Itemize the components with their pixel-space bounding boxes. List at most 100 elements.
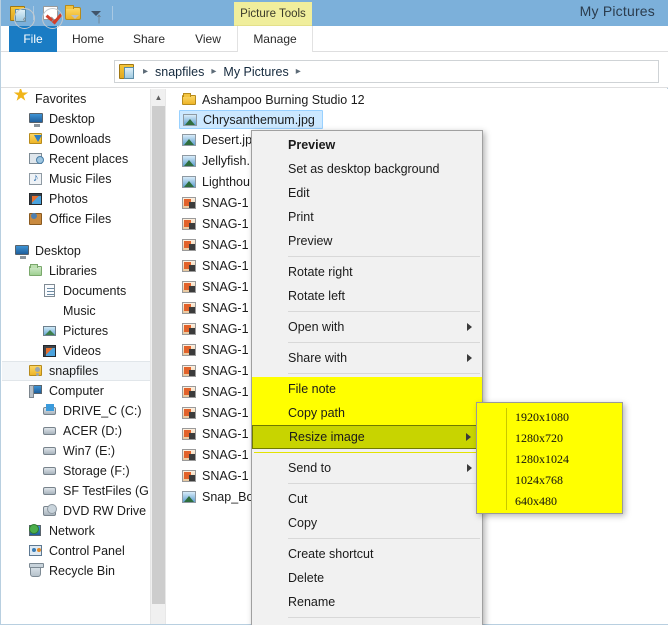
context-menu-item-copy[interactable]: Copy [252,511,482,535]
sidebar-item-favorites[interactable]: Favorites [2,89,150,109]
context-menu-item-rotate-left[interactable]: Rotate left [252,284,482,308]
drive-icon [42,443,58,459]
documents-icon [42,283,58,299]
navigation-scrollbar[interactable]: ▲ [150,89,166,624]
context-menu-item-label: Resize image [289,430,365,444]
context-menu-item-set-as-desktop-background[interactable]: Set as desktop background [252,157,482,181]
context-menu-separator [288,538,480,539]
file-name-label: SNAG-1 [202,384,249,399]
sidebar-item-downloads[interactable]: Downloads [2,129,150,149]
resize-option-1920x1080[interactable]: 1920x1080 [477,407,622,428]
breadcrumb-folder-icon [119,64,134,79]
file-name-label: SNAG-1 [202,237,249,252]
sidebar-item-network[interactable]: Network [2,521,150,541]
context-menu-item-delete[interactable]: Delete [252,566,482,590]
context-menu-item-label: Rotate left [288,289,345,303]
snag-file-icon [181,342,197,358]
tab-home[interactable]: Home [57,26,119,52]
context-menu-separator [288,373,480,374]
sidebar-item-win7-e[interactable]: Win7 (E:) [2,441,150,461]
sidebar-item-control-panel[interactable]: Control Panel [2,541,150,561]
sidebar-item-music-files[interactable]: Music Files [2,169,150,189]
context-menu-item-label: Set as desktop background [288,162,440,176]
breadcrumb-separator-icon[interactable]: ▸ [289,66,308,77]
file-list-item-selected[interactable]: Chrysanthemum.jpg [179,110,323,129]
context-menu-item-preview[interactable]: Preview [252,229,482,253]
sidebar-item-computer[interactable]: Computer [2,381,150,401]
resize-option-640x480[interactable]: 640x480 [477,491,622,512]
file-name-label: SNAG-1 [202,405,249,420]
context-menu-item-edit[interactable]: Edit [252,181,482,205]
sidebar-item-sf-testfiles-g[interactable]: SF TestFiles (G:) [2,481,150,501]
desktop-icon [14,243,30,259]
sidebar-item-documents[interactable]: Documents [2,281,150,301]
context-menu-item-rename[interactable]: Rename [252,590,482,614]
sidebar-item-dvd-rw-drive[interactable]: DVD RW Drive (. [2,501,150,521]
resize-option-1280x1024[interactable]: 1280x1024 [477,449,622,470]
file-name-label: Lighthou [202,174,250,189]
resize-option-1280x720[interactable]: 1280x720 [477,428,622,449]
sidebar-item-label: Win7 (E:) [63,444,116,458]
context-menu-separator [288,342,480,343]
sidebar-item-label: Favorites [35,92,87,106]
sidebar-item-acer-d[interactable]: ACER (D:) [2,421,150,441]
sidebar-item-videos[interactable]: Videos [2,341,150,361]
context-menu-item-file-note[interactable]: File note [252,377,482,401]
context-menu-item-resize-image[interactable]: Resize image [252,425,482,449]
sidebar-item-libraries[interactable]: Libraries [2,261,150,281]
sidebar-item-photos[interactable]: Photos [2,189,150,209]
snag-file-icon [181,384,197,400]
snag-file-icon [181,426,197,442]
tab-manage[interactable]: Manage [237,26,313,52]
folder-icon[interactable] [63,3,83,23]
scrollbar-thumb[interactable] [152,106,165,604]
navigation-pane[interactable]: Favorites Desktop Downloads Recent places Mu… [2,89,150,624]
tab-view[interactable]: View [179,26,237,52]
image-file-icon [181,489,197,505]
sidebar-item-storage-f[interactable]: Storage (F:) [2,461,150,481]
context-menu-item-copy-path[interactable]: Copy path [252,401,482,425]
context-menu-item-send-to[interactable]: Send to [252,456,482,480]
file-list-item[interactable]: Ashampoo Burning Studio 12 [167,89,668,110]
sidebar-item-snapfiles[interactable]: snapfiles [2,361,150,381]
snag-file-icon [181,447,197,463]
resize-image-submenu[interactable]: 1920x1080 1280x720 1280x1024 1024x768 640x48… [476,402,623,514]
sidebar-item-office-files[interactable]: Office Files [2,209,150,229]
back-button[interactable]: ‹ [14,8,35,29]
file-name-label: SNAG-1 [202,321,249,336]
breadcrumb-item-my-pictures[interactable]: My Pictures [223,65,288,79]
context-menu-separator [288,311,480,312]
file-name-label: SNAG-1 [202,342,249,357]
context-menu-item-create-shortcut[interactable]: Create shortcut [252,542,482,566]
sidebar-item-label: Photos [49,192,88,206]
file-name-label: Chrysanthemum.jpg [203,112,315,127]
context-menu-item-cut[interactable]: Cut [252,487,482,511]
contextual-tab-picture-tools[interactable]: Picture Tools [234,2,312,26]
breadcrumb-item-snapfiles[interactable]: snapfiles [155,65,204,79]
context-menu-separator [288,617,480,618]
sidebar-item-music[interactable]: Music [2,301,150,321]
scroll-up-icon[interactable]: ▲ [151,89,166,105]
sidebar-item-desktop[interactable]: Desktop [2,109,150,129]
sidebar-item-pictures[interactable]: Pictures [2,321,150,341]
context-menu-item-label: Print [288,210,314,224]
up-button[interactable]: ↑ [91,11,107,27]
context-menu-item-print[interactable]: Print [252,205,482,229]
context-menu[interactable]: Preview Set as desktop background Edit Pri… [251,130,483,625]
recent-locations-chevron-icon[interactable] [71,15,79,19]
sidebar-item-desktop[interactable]: Desktop [2,241,150,261]
resize-option-1024x768[interactable]: 1024x768 [477,470,622,491]
sidebar-item-drive-c-c[interactable]: DRIVE_C (C:) [2,401,150,421]
context-menu-item-rotate-right[interactable]: Rotate right [252,260,482,284]
context-menu-item-open-with[interactable]: Open with [252,315,482,339]
context-menu-item-share-with[interactable]: Share with [252,346,482,370]
context-menu-item-properties[interactable]: Properties [252,621,482,625]
sidebar-item-label: Recent places [49,152,129,166]
context-menu-item-preview-default[interactable]: Preview [252,133,482,157]
tab-file[interactable]: File [9,26,57,52]
sidebar-item-label: ACER (D:) [63,424,123,438]
tab-share[interactable]: Share [119,26,179,52]
forward-button[interactable]: › [42,8,63,29]
sidebar-item-recent-places[interactable]: Recent places [2,149,150,169]
sidebar-item-recycle-bin[interactable]: Recycle Bin [2,561,150,581]
